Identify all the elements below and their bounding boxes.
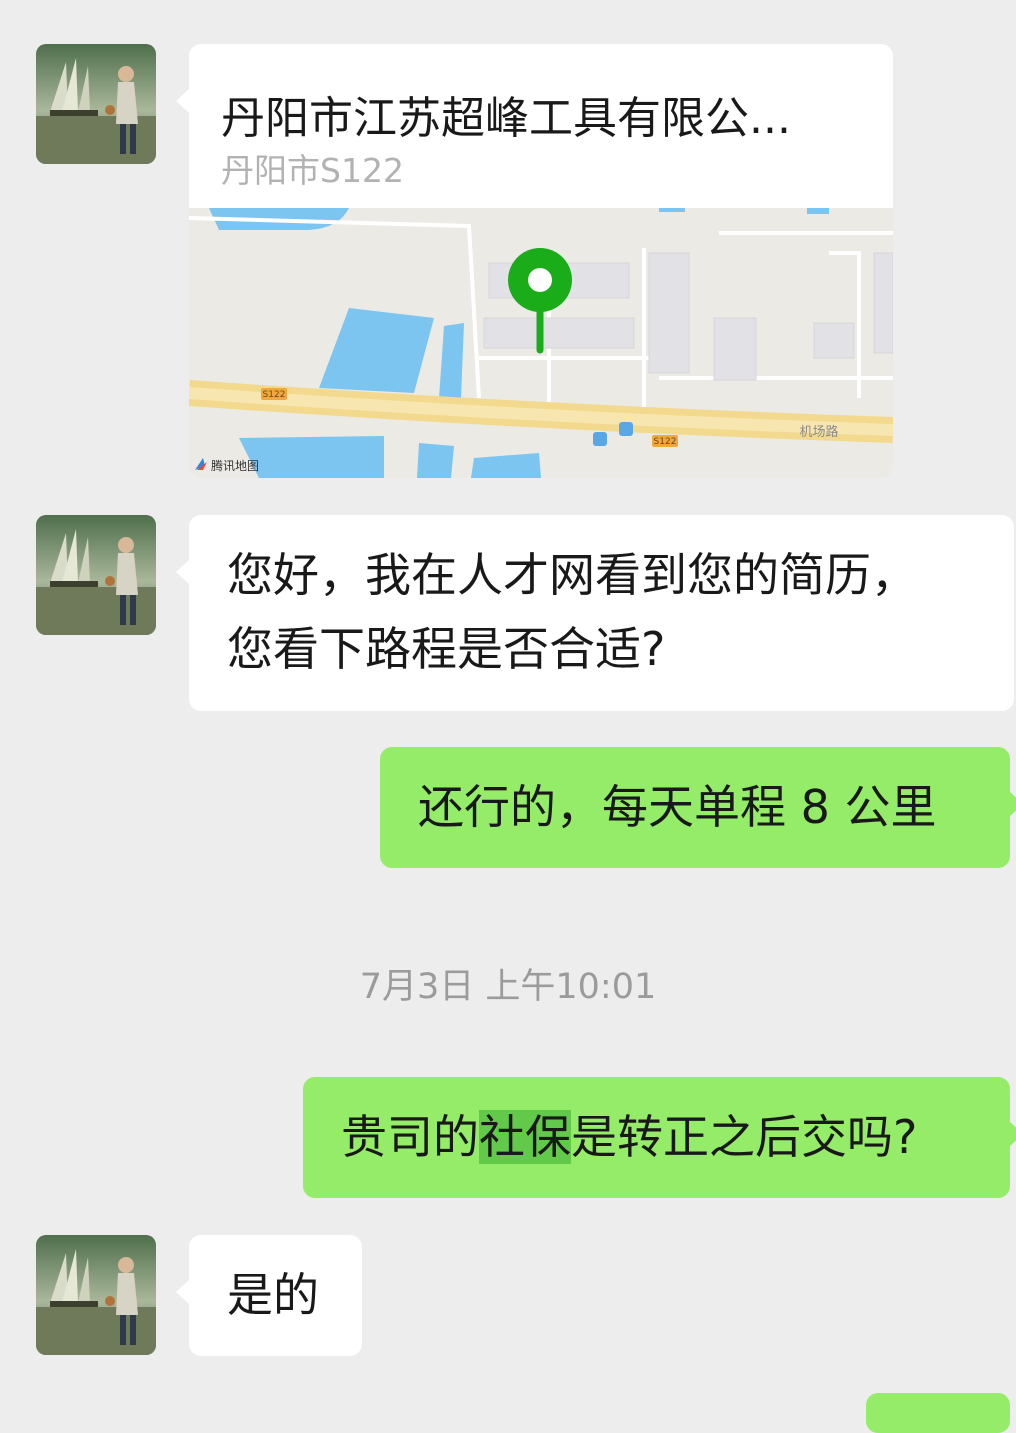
bubble-tail	[176, 559, 190, 585]
map-provider-label: 腾讯地图	[211, 458, 259, 473]
selected-text-highlight[interactable]: 社保	[479, 1110, 571, 1164]
outgoing-message-bubble-partial[interactable]	[866, 1393, 1010, 1433]
incoming-message-bubble[interactable]: 您好，我在人才网看到您的简历， 您看下路程是否合适?	[176, 515, 1014, 711]
message-text: 是的	[227, 1268, 319, 1322]
message-text-part: 贵司的	[341, 1110, 479, 1164]
chat-timestamp: 7月3日 上午10:01	[359, 967, 657, 1007]
message-text: 还行的，每天单程 8 公里	[418, 780, 937, 834]
map-preview[interactable]: S122 S122 机场路 腾讯地图	[189, 208, 893, 478]
bubble-tail	[1009, 1121, 1016, 1147]
bus-stop-icon	[593, 432, 607, 446]
contact-avatar[interactable]	[36, 515, 156, 635]
location-message-card[interactable]: 丹阳市江苏超峰工具有限公... 丹阳市S122 S122 S122 机场路 腾讯…	[176, 44, 893, 478]
location-title: 丹阳市江苏超峰工具有限公...	[221, 93, 791, 144]
incoming-message-bubble[interactable]: 是的	[176, 1235, 362, 1356]
lake	[417, 443, 454, 478]
contact-avatar[interactable]	[36, 44, 156, 164]
road-label-airport: 机场路	[799, 424, 838, 440]
bubble-tail	[176, 88, 190, 114]
road-label-s122: S122	[263, 390, 286, 400]
lake	[239, 436, 384, 478]
contact-avatar[interactable]	[36, 1235, 156, 1355]
bubble-tail	[1009, 791, 1016, 817]
location-address: 丹阳市S122	[221, 151, 404, 190]
message-text: 贵司的社保是转正之后交吗?	[341, 1101, 917, 1173]
road-label-s122: S122	[654, 437, 677, 447]
bus-stop-icon	[619, 422, 633, 436]
message-text-part: 是转正之后交吗?	[571, 1110, 918, 1164]
message-text-line: 您好，我在人才网看到您的简历，	[227, 548, 917, 602]
message-text-line: 您看下路程是否合适?	[227, 622, 666, 676]
bubble-tail	[176, 1279, 190, 1305]
outgoing-message-bubble[interactable]: 还行的，每天单程 8 公里	[380, 747, 1016, 868]
outgoing-message-bubble[interactable]: 贵司的社保是转正之后交吗?	[303, 1077, 1016, 1198]
